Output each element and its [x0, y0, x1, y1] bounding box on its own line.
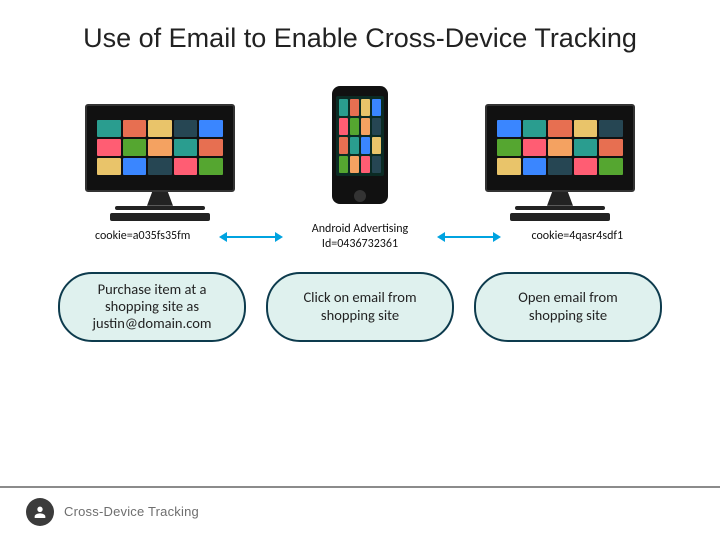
footer-divider	[0, 486, 720, 488]
footer-label: Cross-Device Tracking	[64, 504, 199, 519]
devices-row	[0, 66, 720, 204]
cookie-left-label: cookie=a035fs35fm	[60, 229, 225, 244]
device-phone-center	[270, 86, 450, 204]
actions-row: Purchase item at a shopping site as just…	[0, 252, 720, 342]
identifiers-row: cookie=a035fs35fm Android Advertising Id…	[0, 204, 720, 252]
action-open-email-box: Open email from shopping site	[474, 272, 662, 342]
android-ad-id-label: Android Advertising Id=0436732361	[277, 222, 442, 252]
arrow-right-icon	[443, 236, 495, 238]
arrow-left-icon	[225, 236, 277, 238]
person-icon	[26, 498, 54, 526]
footer: Cross-Device Tracking	[0, 480, 720, 540]
device-desktop-right	[470, 104, 650, 204]
action-purchase-box: Purchase item at a shopping site as just…	[58, 272, 246, 342]
device-desktop-left	[70, 104, 250, 204]
slide-title: Use of Email to Enable Cross-Device Trac…	[0, 0, 720, 66]
cookie-right-label: cookie=4qasr4sdf1	[495, 229, 660, 244]
action-click-email-box: Click on email from shopping site	[266, 272, 454, 342]
